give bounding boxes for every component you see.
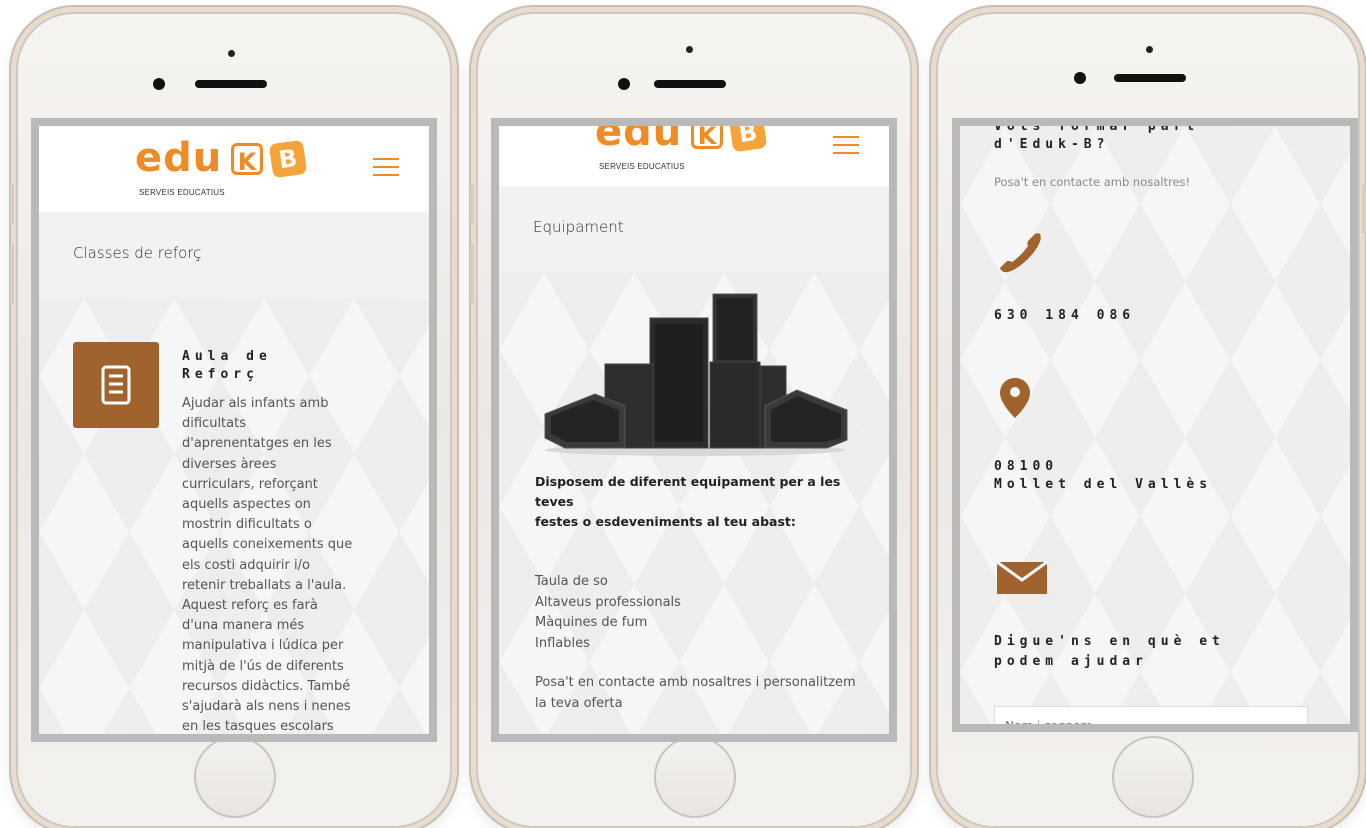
card-body: Ajudar als infants amb dificultats d'apr… xyxy=(182,396,353,735)
eduk-b-logo[interactable]: edu K B SERVEIS EDUCATIUS xyxy=(135,138,325,204)
cta-text: Posa't en contacte amb nosaltres i perso… xyxy=(535,675,856,711)
logo-tagline: SERVEIS EDUCATIUS xyxy=(599,162,685,171)
home-button[interactable] xyxy=(194,736,276,818)
proximity-sensor xyxy=(228,50,235,57)
phone-mockup-3: Vols formar part d'Eduk-B? Posa't en con… xyxy=(936,12,1366,828)
content-area: Disposem de diferent equipament per a le… xyxy=(499,272,889,734)
phone-mockup-1: edu K B SERVEIS EDUCATIUS Classes de ref… xyxy=(10,12,452,828)
site-header: edu K B SERVEIS EDUCATIUS xyxy=(39,126,429,212)
envelope-icon xyxy=(996,560,1048,596)
earpiece-speaker xyxy=(1114,74,1186,82)
content-area: Aula de Reforç Ajudar als infants amb di… xyxy=(39,298,429,734)
contact-subtitle: Posa't en contacte amb nosaltres! xyxy=(994,175,1191,189)
earpiece-speaker xyxy=(195,80,267,88)
address: 08100 Mollet del Vallès xyxy=(994,458,1212,494)
eduk-b-logo[interactable]: edu K B SERVEIS EDUCATIUS xyxy=(595,126,785,178)
menu-hamburger-icon[interactable] xyxy=(373,158,399,176)
front-camera xyxy=(1074,72,1086,84)
page-title: Classes de reforç xyxy=(73,244,202,262)
proximity-sensor xyxy=(1146,46,1153,53)
page-title: Equipament xyxy=(533,218,624,236)
list-item: Màquines de fum xyxy=(535,615,648,630)
earpiece-speaker xyxy=(654,80,726,88)
phone-number[interactable]: 630 184 086 xyxy=(994,308,1135,323)
screen-2: edu K B SERVEIS EDUCATIUS Equipament Dis… xyxy=(491,118,897,742)
phone-mockup-2: edu K B SERVEIS EDUCATIUS Equipament Dis… xyxy=(470,12,912,828)
front-camera xyxy=(618,78,630,90)
form-heading: Digue'ns en què et podem ajudar xyxy=(994,634,1225,669)
page-title-bar: Equipament xyxy=(499,186,889,273)
page-title-bar: Classes de reforç xyxy=(39,212,429,299)
list-item: Inflables xyxy=(535,635,590,651)
intro-text: Disposem de diferent equipament per a le… xyxy=(535,474,841,529)
list-item: Altaveus professionals xyxy=(535,594,681,610)
document-icon xyxy=(73,342,159,428)
postal-code: 08100 xyxy=(994,459,1059,474)
site-header: edu K B SERVEIS EDUCATIUS xyxy=(499,126,889,186)
proximity-sensor xyxy=(686,46,693,53)
city: Mollet del Vallès xyxy=(994,477,1213,492)
contact-heading: Vols formar part d'Eduk-B? xyxy=(994,119,1200,152)
front-camera xyxy=(153,78,165,90)
phone-icon xyxy=(996,228,1046,278)
card-heading: Aula de Reforç xyxy=(182,349,272,382)
menu-hamburger-icon[interactable] xyxy=(833,136,859,154)
screen-3: Vols formar part d'Eduk-B? Posa't en con… xyxy=(952,118,1358,732)
screen-1: edu K B SERVEIS EDUCATIUS Classes de ref… xyxy=(31,118,437,742)
home-button[interactable] xyxy=(654,736,736,818)
home-button[interactable] xyxy=(1112,736,1194,818)
speakers-image xyxy=(535,288,855,458)
name-field[interactable] xyxy=(994,706,1308,724)
list-item: Taula de so xyxy=(535,574,608,589)
equipment-list: Taula de so Altaveus professionals Màqui… xyxy=(535,572,681,654)
location-pin-icon xyxy=(998,376,1032,420)
logo-tagline: SERVEIS EDUCATIUS xyxy=(139,188,225,197)
